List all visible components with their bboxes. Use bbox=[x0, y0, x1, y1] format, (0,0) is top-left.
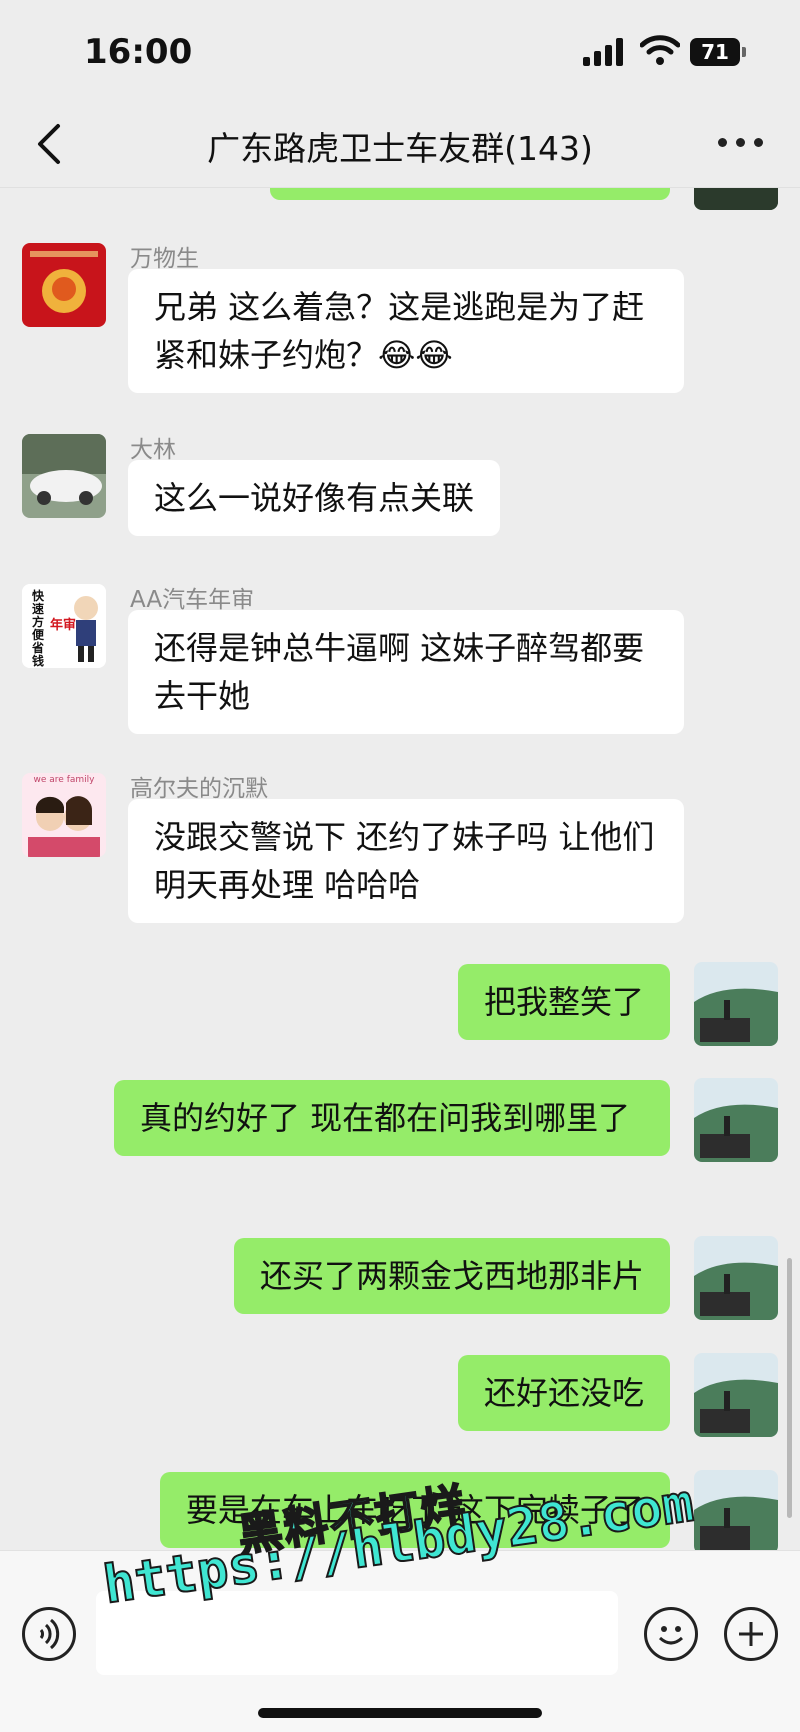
incoming-bubble[interactable]: 没跟交警说下 还约了妹子吗 让他们明天再处理 哈哈哈 bbox=[128, 799, 684, 923]
avatar-text-char: 快 bbox=[32, 589, 45, 603]
avatar-caption: we are family bbox=[33, 775, 95, 785]
avatar-text-char: 速 bbox=[32, 602, 45, 616]
my-avatar[interactable] bbox=[694, 1078, 778, 1162]
incoming-bubble[interactable]: 兄弟 这么着急？这是逃跑是为了赶紧和妹子约炮？😂😂 bbox=[128, 269, 684, 393]
my-avatar[interactable] bbox=[694, 188, 778, 210]
sender-name: 大林 bbox=[130, 437, 176, 463]
battery-icon: 71 bbox=[690, 38, 746, 66]
avatar-badge: 年审 bbox=[50, 618, 77, 633]
my-avatar[interactable] bbox=[694, 1470, 778, 1550]
my-avatar[interactable] bbox=[694, 1236, 778, 1320]
incoming-bubble[interactable]: 这么一说好像有点关联 bbox=[128, 460, 501, 536]
message-list[interactable]: 万物生 兄弟 这么着急？这是逃跑是为了赶紧和妹子约炮？😂😂 大林 这么一说好像有… bbox=[0, 188, 800, 1550]
wifi-icon bbox=[640, 35, 680, 65]
avatar-text-char: 省 bbox=[32, 641, 45, 655]
scrollbar[interactable] bbox=[787, 1258, 792, 1518]
plus-icon[interactable] bbox=[724, 1607, 778, 1661]
sender-avatar[interactable] bbox=[22, 434, 106, 518]
cellular-signal-icon bbox=[583, 38, 625, 66]
outgoing-bubble[interactable]: 还好还没吃 bbox=[457, 1355, 670, 1431]
sender-avatar[interactable]: we are family bbox=[22, 773, 106, 857]
home-indicator bbox=[258, 1708, 542, 1718]
emoji-icon[interactable] bbox=[644, 1607, 698, 1661]
my-avatar[interactable] bbox=[694, 962, 778, 1046]
more-options-icon[interactable] bbox=[718, 138, 764, 150]
outgoing-bubble-partial[interactable] bbox=[270, 188, 670, 200]
outgoing-bubble[interactable]: 真的约好了 现在都在问我到哪里了 bbox=[114, 1080, 670, 1156]
status-time: 16:00 bbox=[84, 32, 193, 72]
my-avatar[interactable] bbox=[694, 1353, 778, 1437]
outgoing-bubble[interactable]: 还买了两颗金戈西地那非片 bbox=[233, 1238, 670, 1314]
chat-title: 广东路虎卫士车友群(143) bbox=[207, 129, 593, 168]
chat-header: 广东路虎卫士车友群(143) bbox=[0, 100, 800, 188]
status-bar: 16:00 71 bbox=[0, 0, 800, 100]
avatar-text-char: 钱 bbox=[32, 654, 45, 668]
avatar-text-char: 方 bbox=[32, 615, 45, 629]
sender-avatar[interactable] bbox=[22, 243, 106, 327]
sender-name: AA汽车年审 bbox=[130, 587, 255, 613]
sender-name: 高尔夫的沉默 bbox=[130, 776, 268, 802]
sender-avatar[interactable]: 快 速 方 便 省 钱 年审 bbox=[22, 584, 106, 668]
outgoing-bubble[interactable]: 把我整笑了 bbox=[457, 964, 670, 1040]
avatar-text-char: 便 bbox=[32, 628, 45, 642]
sender-name: 万物生 bbox=[130, 246, 199, 272]
voice-input-icon[interactable] bbox=[22, 1607, 76, 1661]
incoming-bubble[interactable]: 还得是钟总牛逼啊 这妹子醉驾都要去干她 bbox=[128, 610, 684, 734]
